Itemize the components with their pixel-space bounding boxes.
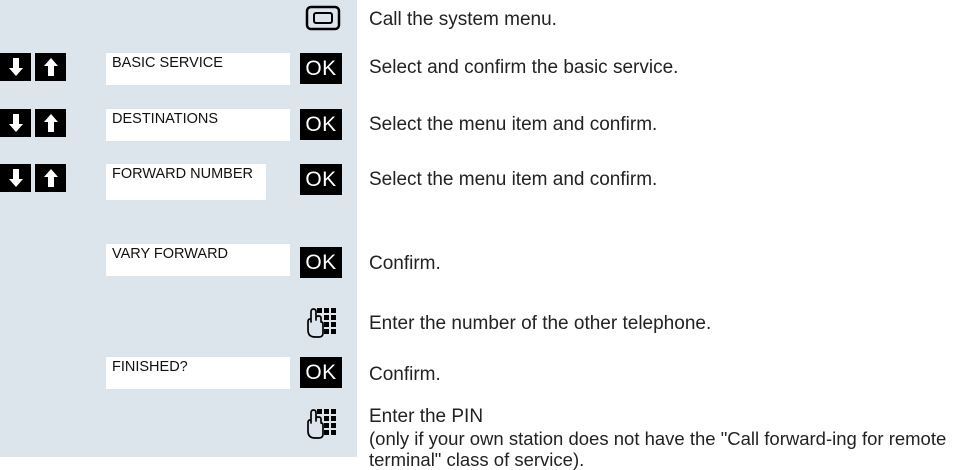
arrow-down-icon[interactable]: [0, 109, 31, 137]
step-note-text: (only if your own station does not have …: [369, 428, 947, 470]
display-text: VARY FORWARD: [106, 244, 290, 276]
step-description: Enter the number of the other telephone.: [369, 313, 712, 334]
keypad-icon: [305, 407, 339, 441]
display-text: FINISHED?: [106, 357, 290, 389]
arrow-up-icon[interactable]: [35, 109, 66, 137]
menu-key-icon[interactable]: [305, 4, 341, 32]
navigation-keys: [0, 164, 66, 192]
arrow-up-icon[interactable]: [35, 53, 66, 81]
step-description: Call the system menu.: [369, 9, 557, 30]
arrow-down-icon[interactable]: [0, 53, 31, 81]
ok-button[interactable]: OK: [300, 53, 342, 84]
display-text: DESTINATIONS: [106, 109, 290, 141]
step-description: Select the menu item and confirm.: [369, 114, 658, 135]
navigation-keys: [0, 53, 66, 81]
step-description: Select and confirm the basic service.: [369, 57, 679, 78]
keypad-icon: [305, 306, 339, 340]
arrow-down-icon[interactable]: [0, 164, 31, 192]
step-action-text: Enter the PIN: [369, 406, 484, 427]
display-text: FORWARD NUMBER: [106, 164, 266, 200]
step-description: Confirm.: [369, 364, 441, 385]
step-description: Select the menu item and confirm.: [369, 169, 658, 190]
navigation-keys: [0, 109, 66, 137]
ok-button[interactable]: OK: [300, 247, 342, 278]
ok-button[interactable]: OK: [300, 164, 342, 195]
ok-button[interactable]: OK: [300, 357, 342, 388]
display-text: BASIC SERVICE: [106, 53, 290, 85]
step-description: Confirm.: [369, 253, 441, 274]
step-description: Enter the PIN (only if your own station …: [369, 405, 949, 470]
arrow-up-icon[interactable]: [35, 164, 66, 192]
ok-button[interactable]: OK: [300, 109, 342, 140]
